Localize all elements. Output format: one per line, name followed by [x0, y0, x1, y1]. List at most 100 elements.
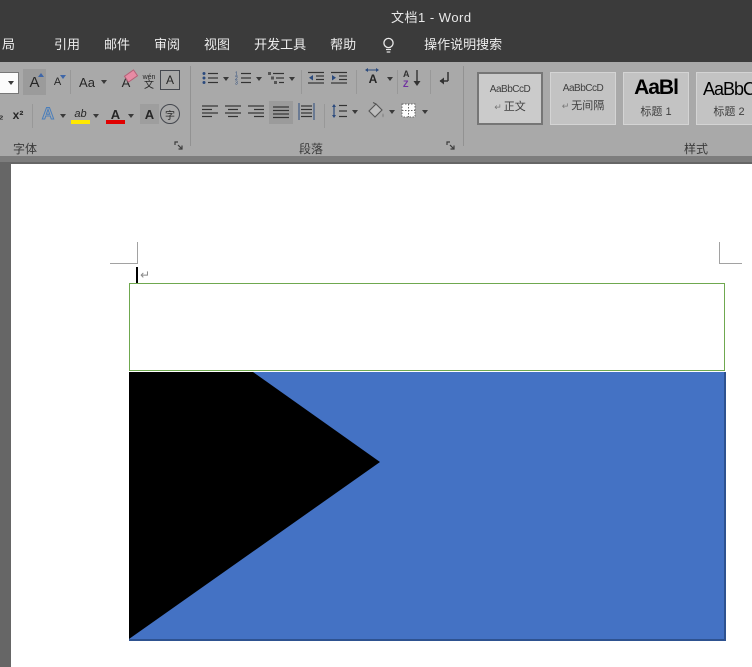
styles-group: AaBbCcD ↵正文 AaBbCcD ↵无间隔 AaBl 标题 1 AaBbC…	[464, 62, 752, 156]
window-title: 文档1 - Word	[391, 7, 472, 26]
font-color-bar	[106, 120, 125, 124]
numbering-button[interactable]: 1 2 3	[235, 71, 252, 85]
change-case-button[interactable]: Aa	[76, 71, 98, 93]
distributed-button[interactable]	[297, 103, 316, 120]
style-card-heading2[interactable]: AaBbC 标题 2	[696, 72, 752, 125]
pilcrow-mark: ↵	[494, 102, 502, 112]
content-control-box[interactable]	[129, 283, 725, 371]
divider	[324, 104, 325, 128]
bullets-icon	[202, 71, 219, 85]
highlight-color-bar	[71, 120, 90, 124]
line-spacing-button[interactable]	[331, 103, 348, 119]
chevron-down-icon[interactable]	[422, 110, 428, 114]
text-effects-button[interactable]: A	[38, 102, 58, 126]
text-highlight-button[interactable]: ab	[71, 104, 90, 124]
tab-view[interactable]: 视图	[192, 28, 242, 62]
tab-review[interactable]: 审阅	[142, 28, 192, 62]
flag-image[interactable]	[129, 372, 726, 641]
bullets-button[interactable]	[202, 71, 219, 85]
style-card-heading1[interactable]: AaBl 标题 1	[623, 72, 689, 125]
subscript-button[interactable]: x₂	[0, 106, 7, 126]
character-border-button[interactable]: A	[160, 70, 180, 90]
line-spacing-icon	[331, 103, 348, 119]
paragraph-group-label: 段落	[299, 140, 323, 157]
borders-button[interactable]	[401, 103, 416, 118]
increase-indent-icon	[331, 71, 348, 85]
character-shading-button[interactable]: A	[140, 104, 159, 124]
chevron-down-icon[interactable]	[223, 77, 229, 81]
pilcrow-mark: ↵	[562, 101, 570, 111]
divider	[430, 70, 431, 94]
align-left-icon	[202, 105, 219, 118]
enclose-characters-button[interactable]: 字	[160, 104, 180, 124]
margin-cropmark-left-vertical	[137, 242, 138, 264]
flag-black-triangle	[129, 372, 389, 639]
chevron-down-icon[interactable]	[101, 80, 107, 84]
clear-formatting-button[interactable]: A	[116, 70, 136, 94]
numbering-icon: 1 2 3	[235, 71, 252, 85]
shrink-arrow-icon	[60, 75, 66, 79]
style-card-no-spacing[interactable]: AaBbCcD ↵无间隔	[550, 72, 616, 125]
decrease-indent-button[interactable]	[308, 71, 325, 85]
align-right-icon	[248, 105, 265, 118]
tab-help[interactable]: 帮助	[318, 28, 368, 62]
phonetic-guide-button[interactable]: wén 文	[139, 68, 159, 96]
chevron-down-icon[interactable]	[128, 114, 134, 118]
distributed-icon	[297, 103, 316, 120]
chevron-down-icon[interactable]	[387, 77, 393, 81]
chevron-down-icon	[8, 81, 14, 85]
tab-layout-partial[interactable]: 局	[0, 28, 32, 62]
shading-button[interactable]	[367, 102, 387, 120]
multilevel-list-icon	[268, 71, 285, 85]
chevron-down-icon[interactable]	[352, 110, 358, 114]
chevron-down-icon[interactable]	[93, 114, 99, 118]
paint-bucket-icon	[367, 102, 387, 120]
font-size-combo[interactable]	[0, 72, 19, 94]
increase-indent-button[interactable]	[331, 71, 348, 85]
paragraph-dialog-launcher-icon[interactable]	[446, 141, 457, 152]
grow-font-button[interactable]: A	[23, 69, 46, 95]
word-window: 文档1 - Word 局 引用 邮件 审阅 视图 开发工具 帮助 操作说明搜索 …	[0, 0, 752, 667]
show-hide-marks-icon	[437, 70, 453, 86]
margin-cropmark-left-horizontal	[110, 263, 137, 264]
text-cursor	[136, 267, 138, 284]
styles-group-label: 样式	[684, 140, 708, 157]
tell-me-search[interactable]: 操作说明搜索	[412, 28, 514, 62]
divider	[356, 70, 357, 94]
lightbulb-icon[interactable]	[381, 36, 396, 55]
font-dialog-launcher-icon[interactable]	[174, 141, 185, 152]
superscript-button[interactable]: x²	[8, 105, 28, 125]
tab-references[interactable]: 引用	[42, 28, 92, 62]
decrease-indent-icon	[308, 71, 325, 85]
ribbon: A A Aa A wén 文 A	[0, 62, 752, 156]
title-bar: 文档1 - Word	[0, 0, 752, 28]
paragraph-group: 1 2 3	[191, 62, 463, 156]
paragraph-mark: ↵	[140, 268, 150, 282]
chevron-down-icon[interactable]	[60, 114, 66, 118]
svg-text:Z: Z	[403, 79, 409, 88]
chevron-down-icon[interactable]	[389, 110, 395, 114]
chevron-down-icon[interactable]	[256, 77, 262, 81]
tab-developer[interactable]: 开发工具	[242, 28, 318, 62]
align-right-button[interactable]	[248, 105, 265, 118]
divider	[32, 104, 33, 128]
style-card-normal[interactable]: AaBbCcD ↵正文	[477, 72, 543, 125]
show-hide-marks-button[interactable]	[437, 70, 453, 86]
align-left-button[interactable]	[202, 105, 219, 118]
justify-button[interactable]	[269, 101, 293, 124]
grow-arrow-icon	[38, 73, 44, 77]
divider	[70, 70, 71, 94]
align-center-button[interactable]	[225, 105, 242, 118]
divider	[397, 70, 398, 94]
font-color-button[interactable]: A	[106, 104, 125, 124]
justify-icon	[273, 106, 290, 119]
tab-mailings[interactable]: 邮件	[92, 28, 142, 62]
borders-icon	[401, 103, 416, 118]
chevron-down-icon[interactable]	[289, 77, 295, 81]
asian-layout-button[interactable]: A	[363, 69, 383, 89]
font-group-label: 字体	[13, 140, 37, 157]
multilevel-list-button[interactable]	[268, 71, 285, 85]
sort-button[interactable]: A Z	[402, 68, 423, 88]
margin-cropmark-right-horizontal	[720, 263, 742, 264]
shrink-font-button[interactable]: A	[48, 71, 67, 93]
